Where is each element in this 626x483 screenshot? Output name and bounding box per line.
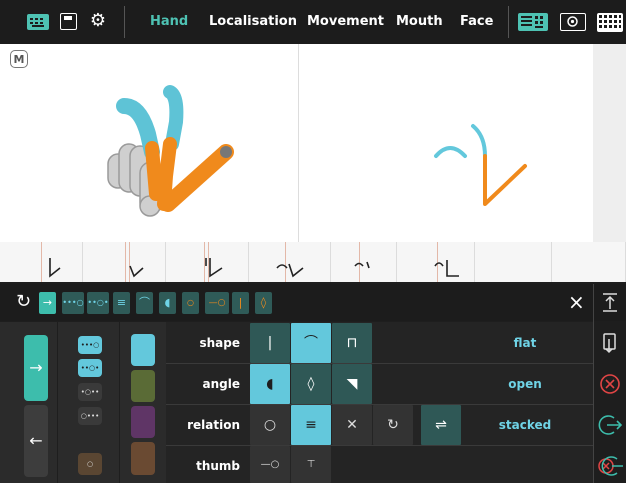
- sequence-cell[interactable]: [166, 242, 249, 282]
- finger-option-4[interactable]: ○•••: [78, 407, 102, 425]
- hand-2d-view[interactable]: [299, 44, 593, 242]
- hand-3d-model: [107, 85, 234, 217]
- shape-option-curved[interactable]: ⌒: [291, 323, 331, 363]
- settings-icon[interactable]: ⚙: [88, 10, 108, 32]
- tab-hand[interactable]: Hand: [150, 14, 188, 29]
- next-button[interactable]: →: [24, 335, 48, 401]
- row-label-shape: shape: [199, 336, 240, 350]
- palette-dots-a[interactable]: •••○: [62, 292, 84, 314]
- sign-sequence-strip: [0, 242, 626, 282]
- palette-dots-b[interactable]: ••○•: [87, 292, 109, 314]
- shape-value: flat: [513, 336, 537, 350]
- previous-button[interactable]: ←: [24, 405, 48, 477]
- hand-2d-sketch: [434, 124, 527, 206]
- row-label-angle: angle: [202, 377, 240, 391]
- angle-option-1[interactable]: ◖: [250, 364, 290, 404]
- shape-option-straight[interactable]: |: [250, 323, 290, 363]
- palette-angle[interactable]: ◖: [159, 292, 176, 314]
- relation-option-circle[interactable]: ○: [250, 405, 290, 445]
- exit-icon[interactable]: [597, 412, 623, 438]
- grid-keyboard-icon[interactable]: [597, 13, 623, 32]
- thumb-option-1[interactable]: —○: [250, 446, 290, 483]
- palette-dot[interactable]: ○: [182, 292, 199, 314]
- finger-option-5[interactable]: ○: [78, 453, 102, 475]
- shape-option-bent[interactable]: ⊓: [332, 323, 372, 363]
- delete-exit-icon[interactable]: [597, 453, 623, 479]
- row-label-thumb: thumb: [196, 459, 240, 473]
- palette-thumb[interactable]: —○: [205, 292, 229, 314]
- palette-arrow[interactable]: →: [39, 292, 56, 314]
- thumb-option-2[interactable]: ⊤: [291, 446, 331, 483]
- palette-curve[interactable]: ⌒: [136, 292, 153, 314]
- sequence-cell[interactable]: [475, 242, 552, 282]
- sequence-cell[interactable]: [249, 242, 331, 282]
- color-swatch-brown[interactable]: [131, 442, 155, 475]
- tab-face[interactable]: Face: [460, 14, 493, 29]
- tab-mouth[interactable]: Mouth: [396, 14, 443, 29]
- sequence-cell[interactable]: [83, 242, 166, 282]
- close-icon[interactable]: ×: [568, 290, 585, 314]
- color-swatch-cyan[interactable]: [131, 334, 155, 366]
- keyboard-icon[interactable]: [27, 14, 49, 30]
- finger-option-1[interactable]: •••○: [78, 336, 102, 354]
- insert-icon[interactable]: [600, 291, 620, 313]
- tab-localisation[interactable]: Localisation: [209, 14, 297, 29]
- sequence-cell[interactable]: [0, 242, 83, 282]
- finger-option-3[interactable]: •○••: [78, 383, 102, 401]
- palette-line[interactable]: |: [232, 292, 249, 314]
- palette-stacked[interactable]: ≡: [113, 292, 130, 314]
- tab-movement[interactable]: Movement: [307, 14, 384, 29]
- mode-badge[interactable]: M: [10, 50, 28, 68]
- row-label-relation: relation: [187, 418, 240, 432]
- relation-option-crossed[interactable]: ✕: [332, 405, 372, 445]
- color-swatch-purple[interactable]: [131, 406, 155, 438]
- refresh-icon[interactable]: ↻: [16, 290, 31, 314]
- sequence-cell[interactable]: [552, 242, 626, 282]
- relation-value: stacked: [498, 418, 552, 432]
- angle-option-3[interactable]: ◥: [332, 364, 372, 404]
- color-swatch-olive[interactable]: [131, 370, 155, 402]
- finger-option-2[interactable]: ••○•: [78, 359, 102, 377]
- save-icon[interactable]: [60, 13, 77, 30]
- relation-option-hook[interactable]: ↻: [373, 405, 413, 445]
- canvas-side-panel: [593, 44, 626, 242]
- delete-icon[interactable]: [597, 371, 623, 397]
- angle-value: open: [508, 377, 542, 391]
- palette-half[interactable]: ◊: [255, 292, 272, 314]
- target-icon[interactable]: [560, 13, 586, 31]
- angle-option-2[interactable]: ◊: [291, 364, 331, 404]
- relation-option-stacked[interactable]: ≡: [291, 405, 331, 445]
- hand-3d-view[interactable]: [0, 44, 298, 242]
- relation-option-swap[interactable]: ⇌: [421, 405, 461, 445]
- sequence-cell[interactable]: [397, 242, 475, 282]
- sequence-cell[interactable]: [331, 242, 397, 282]
- copy-icon[interactable]: [597, 330, 623, 356]
- keyboard-layout-icon[interactable]: [518, 13, 548, 31]
